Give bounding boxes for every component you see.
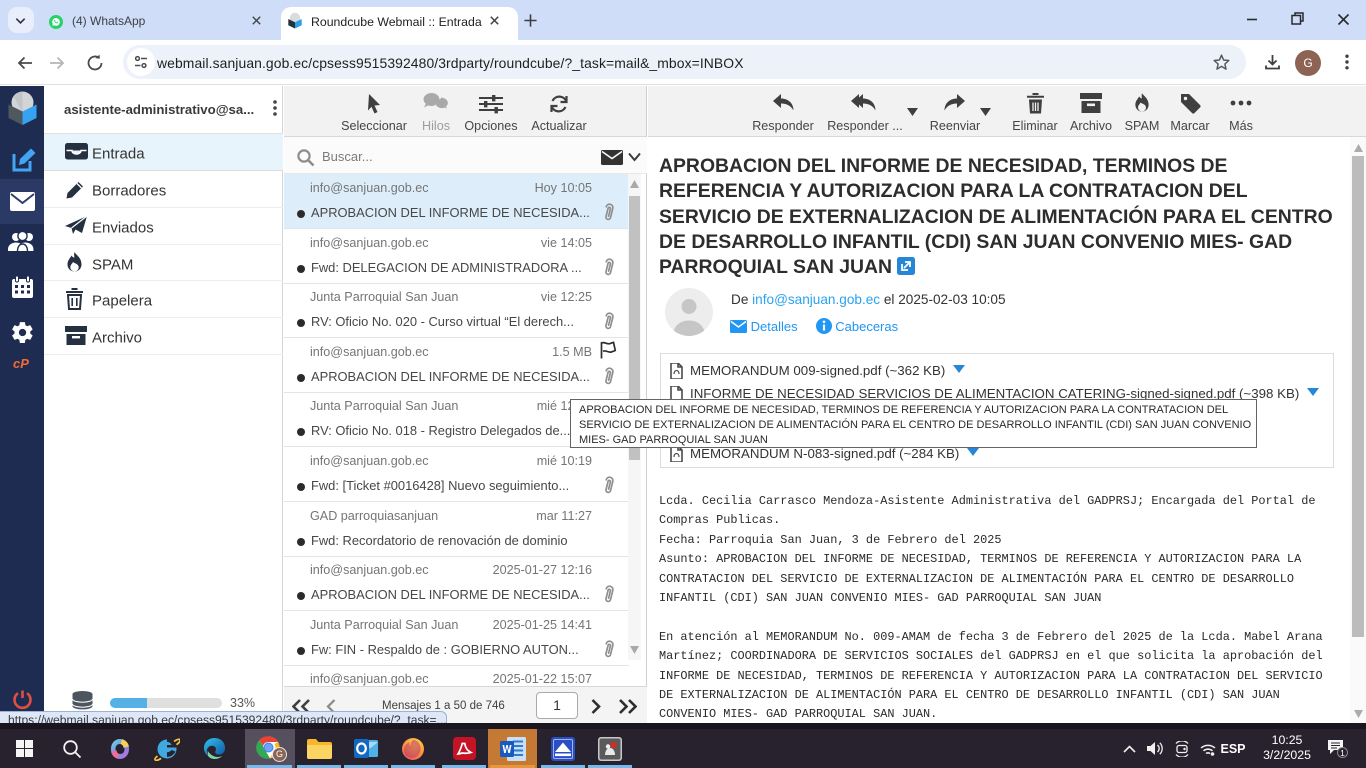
svg-text:1: 1: [1340, 748, 1345, 758]
